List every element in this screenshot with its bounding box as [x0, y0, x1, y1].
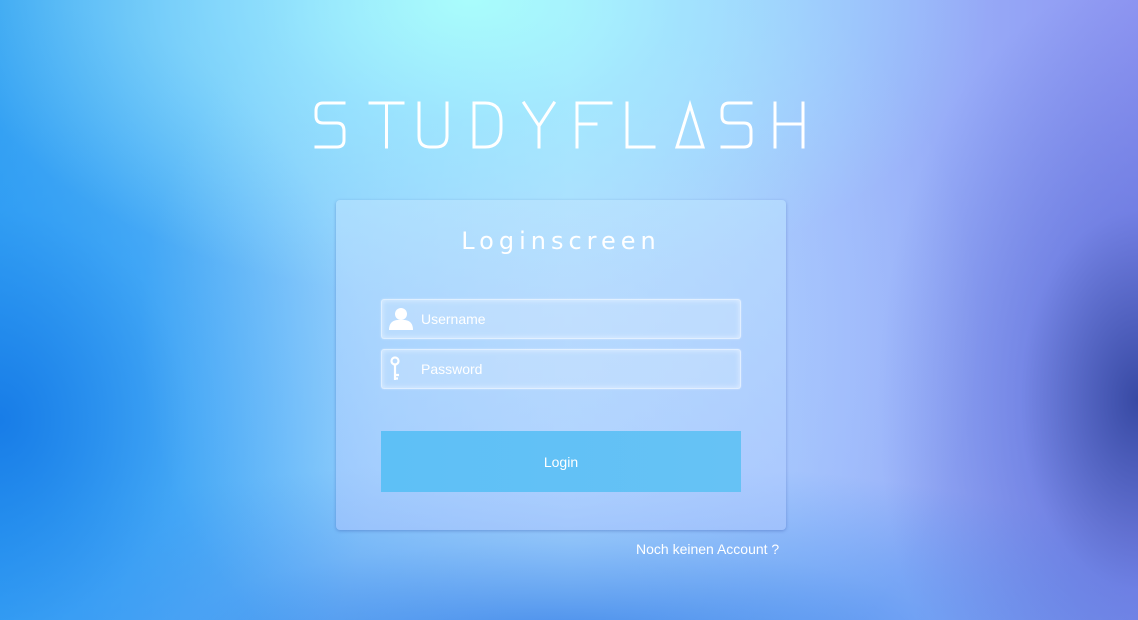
username-input[interactable] — [421, 300, 731, 338]
login-card: Loginscreen Login — [336, 200, 786, 530]
password-field[interactable] — [381, 349, 741, 389]
username-field[interactable] — [381, 299, 741, 339]
key-icon — [387, 355, 415, 383]
register-link[interactable]: Noch keinen Account ? — [636, 541, 779, 557]
login-title: Loginscreen — [461, 227, 661, 255]
user-icon — [387, 305, 415, 333]
studyflash-logo: STUDYFLASH — [313, 96, 811, 154]
password-input[interactable] — [421, 350, 731, 388]
login-button[interactable]: Login — [381, 431, 741, 492]
